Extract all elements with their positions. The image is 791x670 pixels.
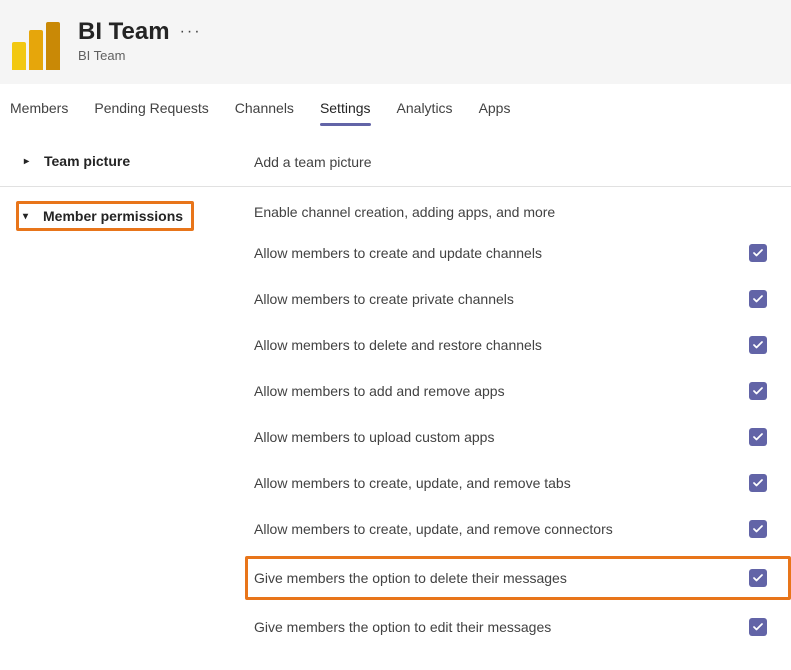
- permission-row: Allow members to delete and restore chan…: [254, 326, 791, 364]
- caret-down-icon[interactable]: ▾: [23, 211, 33, 222]
- permission-label: Allow members to upload custom apps: [254, 429, 494, 445]
- permission-row: Give members the option to edit their me…: [254, 608, 791, 646]
- tab-settings[interactable]: Settings: [320, 90, 385, 126]
- permission-label: Allow members to create, update, and rem…: [254, 475, 571, 491]
- highlight-annotation: ▾ Member permissions: [16, 201, 194, 231]
- section-team-picture[interactable]: ▸ Team picture Add a team picture: [0, 127, 791, 186]
- tab-pending-requests[interactable]: Pending Requests: [94, 90, 222, 126]
- section-label: Member permissions: [43, 208, 183, 224]
- permission-label: Allow members to add and remove apps: [254, 383, 505, 399]
- more-options-icon[interactable]: ···: [180, 23, 202, 41]
- permission-checkbox[interactable]: [749, 290, 767, 308]
- permission-label: Allow members to create and update chann…: [254, 245, 542, 261]
- permission-row: Allow members to upload custom apps: [254, 418, 791, 456]
- permission-checkbox[interactable]: [749, 569, 767, 587]
- permission-checkbox[interactable]: [749, 244, 767, 262]
- tab-analytics[interactable]: Analytics: [397, 90, 467, 126]
- tab-members[interactable]: Members: [10, 90, 82, 126]
- permission-checkbox[interactable]: [749, 428, 767, 446]
- permission-label: Allow members to create, update, and rem…: [254, 521, 613, 537]
- permission-row: Allow members to create, update, and rem…: [254, 464, 791, 502]
- tab-channels[interactable]: Channels: [235, 90, 308, 126]
- caret-right-icon: ▸: [24, 156, 34, 167]
- team-header: BI Team ··· BI Team: [0, 0, 791, 84]
- permission-row: Give members the option to delete their …: [245, 556, 791, 600]
- tab-apps[interactable]: Apps: [479, 90, 525, 126]
- permission-label: Give members the option to edit their me…: [254, 619, 551, 635]
- team-avatar-icon: [12, 22, 60, 70]
- permission-checkbox[interactable]: [749, 520, 767, 538]
- permission-row: Allow members to create private channels: [254, 280, 791, 318]
- section-desc: Add a team picture: [254, 153, 791, 170]
- tabs-bar: Members Pending Requests Channels Settings A…: [0, 90, 791, 127]
- permission-row: Allow members to create, update, and rem…: [254, 510, 791, 548]
- permission-checkbox[interactable]: [749, 474, 767, 492]
- section-member-permissions: ▾ Member permissions Enable channel crea…: [0, 186, 791, 670]
- permission-checkbox[interactable]: [749, 382, 767, 400]
- team-subtitle: BI Team: [78, 48, 202, 63]
- section-label: Team picture: [44, 153, 130, 169]
- team-title: BI Team: [78, 18, 170, 46]
- permission-checkbox[interactable]: [749, 336, 767, 354]
- permission-row: Allow members to add and remove apps: [254, 372, 791, 410]
- permission-checkbox[interactable]: [749, 618, 767, 636]
- permission-label: Give members the option to delete their …: [254, 570, 567, 586]
- permission-label: Allow members to create private channels: [254, 291, 514, 307]
- section-desc: Enable channel creation, adding apps, an…: [254, 204, 791, 220]
- permission-label: Allow members to delete and restore chan…: [254, 337, 542, 353]
- permission-row: Allow members to create and update chann…: [254, 234, 791, 272]
